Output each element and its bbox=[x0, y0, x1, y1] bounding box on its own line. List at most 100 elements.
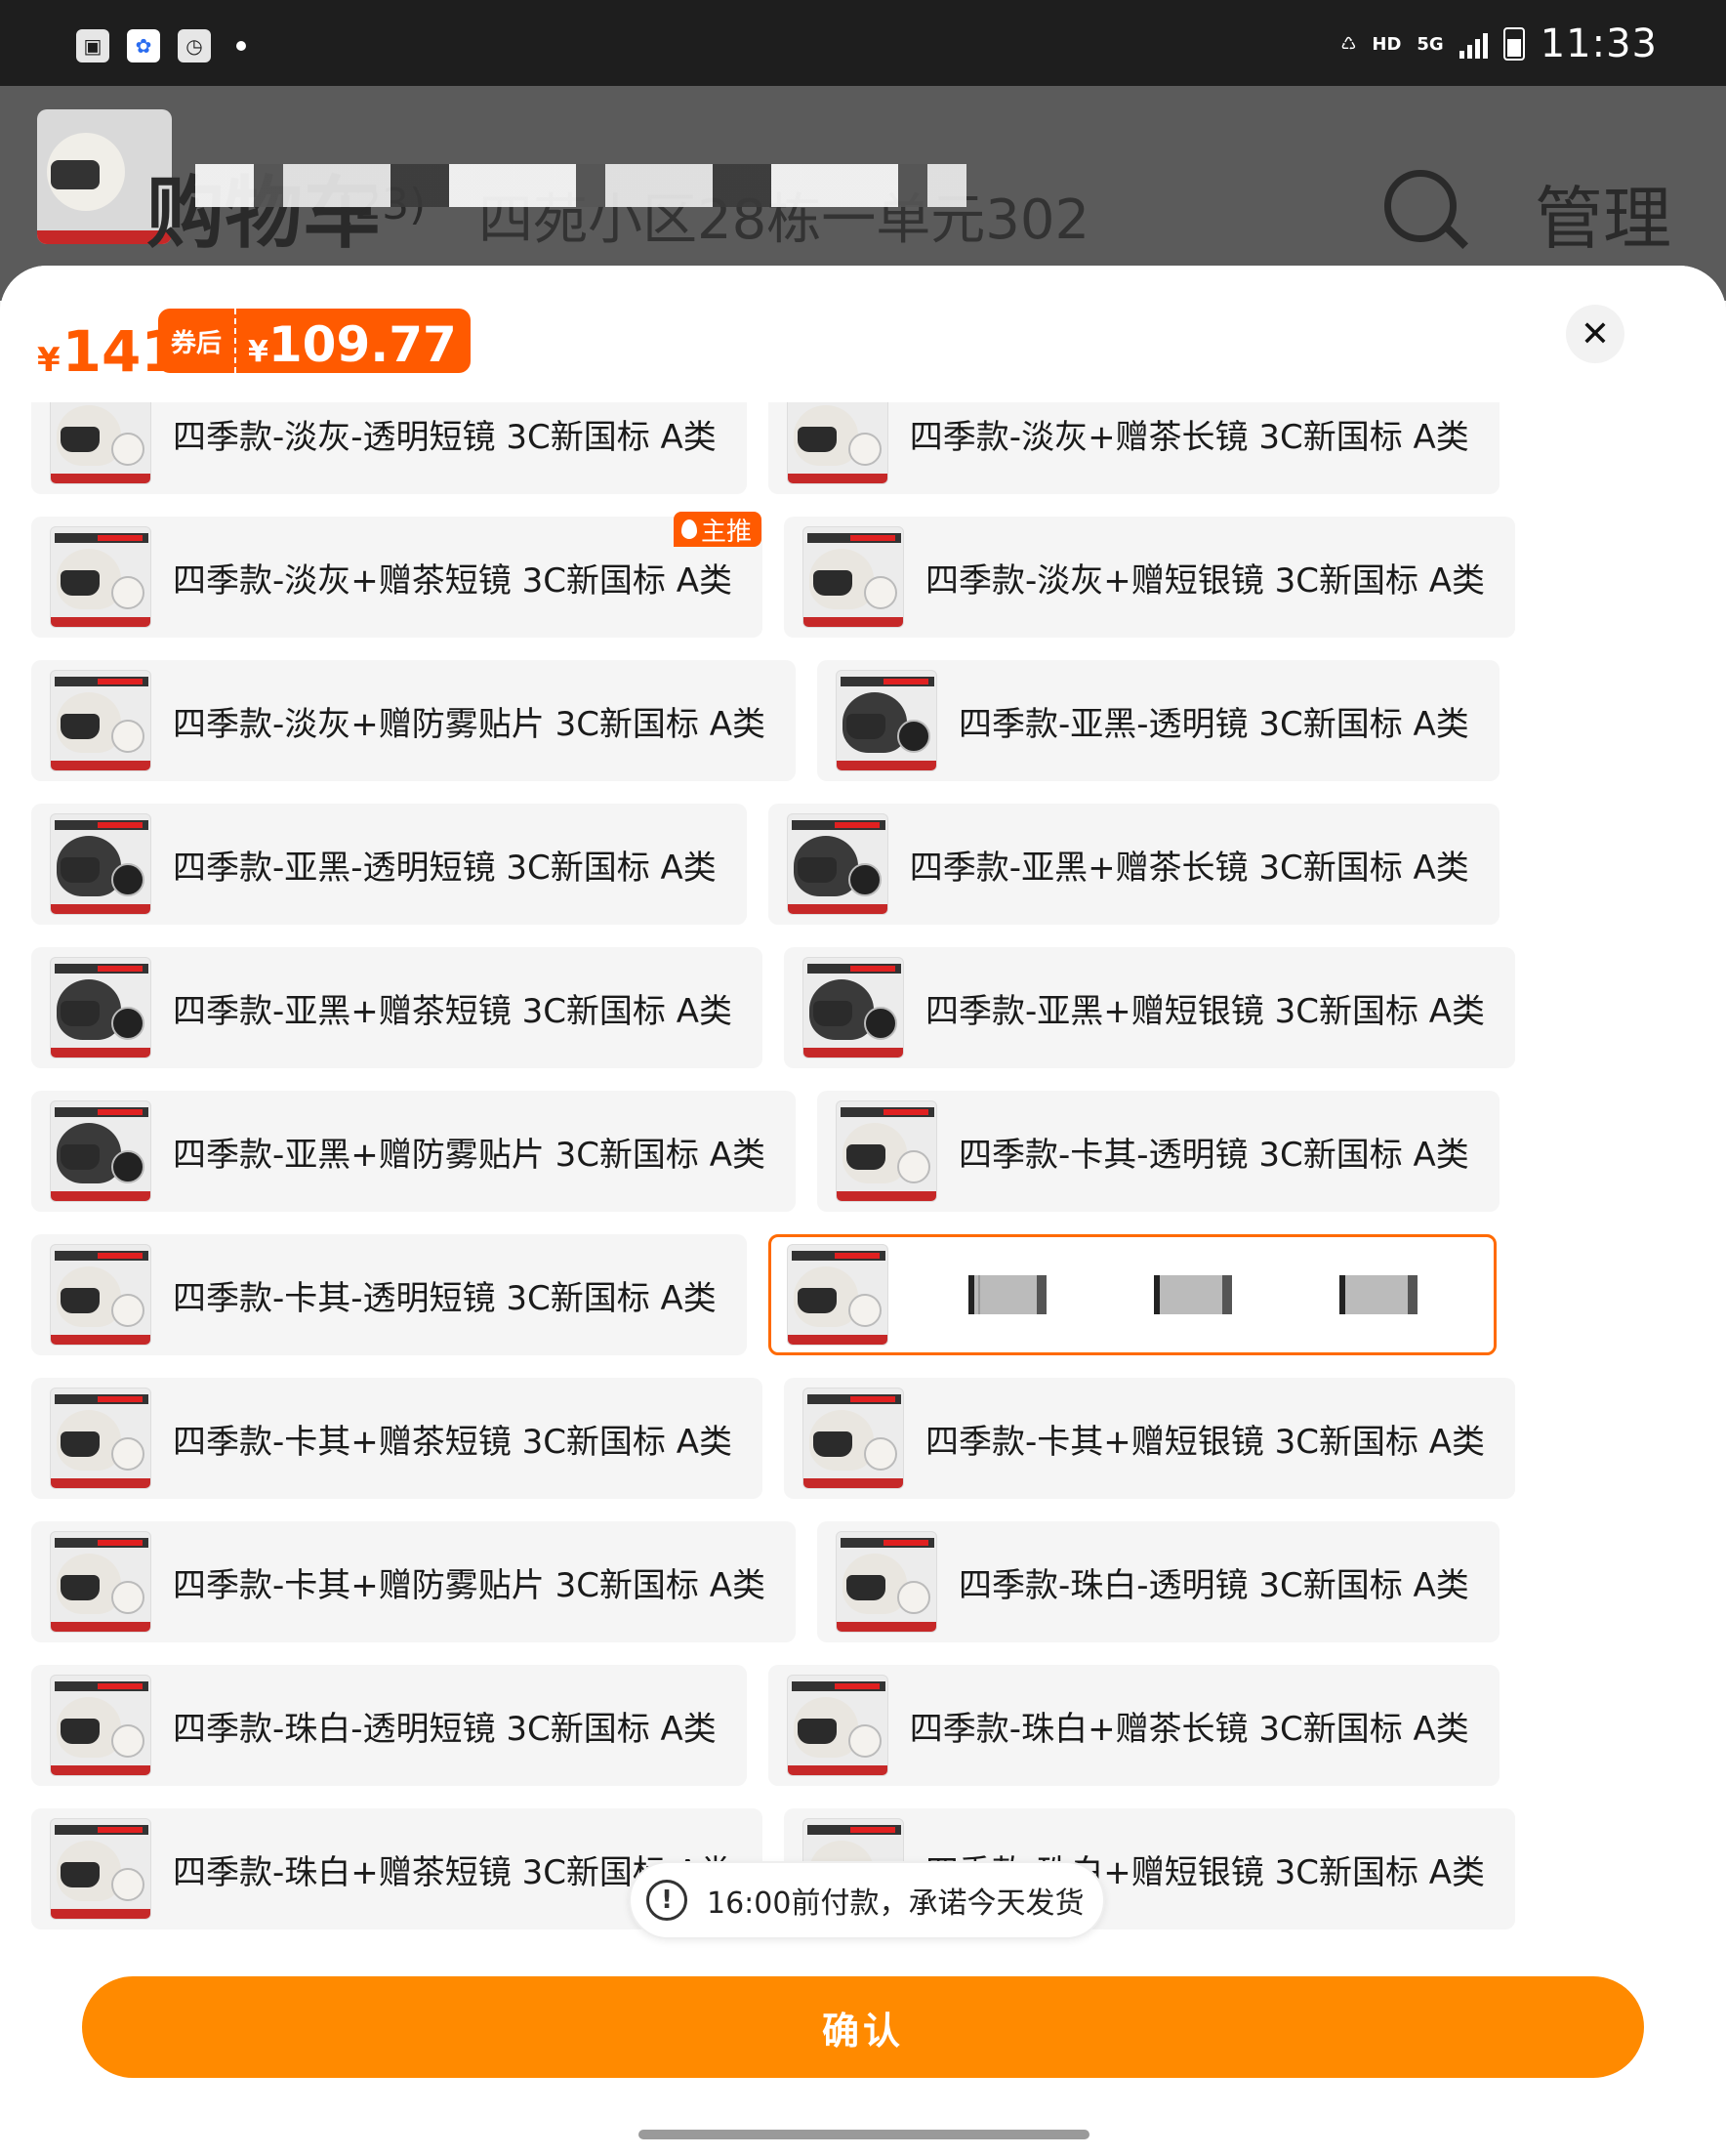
sku-option[interactable]: 四季款-亚黑-透明短镜 3C新国标 A类 bbox=[31, 804, 747, 925]
redacted-label bbox=[909, 1275, 1466, 1314]
hd-indicator: HD bbox=[1372, 33, 1402, 55]
helmet-thumbnail bbox=[802, 526, 905, 628]
coupon-price-badge: 券后 ¥ 109.77 bbox=[158, 309, 471, 373]
coupon-value: ¥ 109.77 bbox=[236, 309, 471, 373]
option-label: 四季款-亚黑+赠防雾贴片 3C新国标 A类 bbox=[173, 1135, 766, 1175]
flame-icon bbox=[681, 519, 697, 539]
option-label: 四季款-亚黑+赠茶短镜 3C新国标 A类 bbox=[173, 991, 733, 1031]
option-label: 四季款-珠白+赠茶长镜 3C新国标 A类 bbox=[909, 1709, 1469, 1749]
sku-option[interactable]: 四季款-卡其-透明短镜 3C新国标 A类 bbox=[31, 1234, 747, 1355]
close-button[interactable]: ✕ bbox=[1566, 305, 1624, 363]
shipping-notice: ! 16:00前付款，承诺今天发货 bbox=[629, 1861, 1106, 1939]
sku-option[interactable]: 四季款-卡其+赠短银镜 3C新国标 A类 bbox=[784, 1378, 1516, 1499]
clock-app-icon: ◷ bbox=[178, 29, 211, 62]
helmet-thumbnail bbox=[50, 670, 151, 771]
recommended-badge: 主推 bbox=[674, 512, 762, 547]
helmet-thumbnail bbox=[50, 402, 151, 484]
option-label: 四季款-卡其+赠防雾贴片 3C新国标 A类 bbox=[173, 1565, 766, 1605]
battery-icon bbox=[1502, 27, 1525, 61]
helmet-thumbnail bbox=[786, 813, 888, 915]
helmet-thumbnail bbox=[802, 1388, 905, 1489]
signal-icon bbox=[1459, 29, 1488, 59]
option-label: 四季款-淡灰+赠茶短镜 3C新国标 A类 bbox=[173, 560, 733, 601]
helmet-thumbnail bbox=[836, 1531, 938, 1633]
status-left: ▣ ✿ ◷ bbox=[76, 29, 246, 62]
home-indicator[interactable] bbox=[638, 2130, 1089, 2139]
sku-option[interactable]: 四季款-卡其-透明镜 3C新国标 A类 bbox=[817, 1091, 1500, 1212]
sku-option[interactable]: 四季款-珠白+赠茶长镜 3C新国标 A类 bbox=[767, 1665, 1500, 1786]
clock: 11:33 bbox=[1540, 21, 1658, 66]
image-icon: ▣ bbox=[76, 29, 109, 62]
option-label: 四季款-亚黑+赠茶长镜 3C新国标 A类 bbox=[909, 848, 1469, 888]
sku-option[interactable]: 四季款-亚黑+赠短银镜 3C新国标 A类 bbox=[784, 947, 1516, 1068]
price-currency: ¥ bbox=[37, 341, 61, 380]
option-row: 四季款-卡其+赠茶短镜 3C新国标 A类 四季款-卡其+赠短银镜 3C新国标 A类 bbox=[0, 1378, 1726, 1499]
helmet-thumbnail bbox=[50, 1244, 151, 1346]
option-label: 四季款-淡灰+赠短银镜 3C新国标 A类 bbox=[925, 560, 1486, 601]
coupon-price: 109.77 bbox=[267, 316, 457, 373]
option-label: 四季款-卡其+赠短银镜 3C新国标 A类 bbox=[925, 1422, 1486, 1462]
sku-option[interactable]: 四季款-卡其+赠茶短镜 3C新国标 A类 bbox=[31, 1378, 763, 1499]
sku-option[interactable]: 四季款-亚黑+赠茶长镜 3C新国标 A类 bbox=[767, 804, 1500, 925]
sku-option[interactable]: 四季款-珠白-透明短镜 3C新国标 A类 bbox=[31, 1665, 747, 1786]
status-right: ♺ HD 5G 11:33 bbox=[1340, 21, 1658, 66]
option-label: 四季款-亚黑-透明镜 3C新国标 A类 bbox=[959, 704, 1469, 744]
option-list-inner: 四季款-淡灰-透明短镜 3C新国标 A类 四季款-淡灰+赠茶长镜 3C新国标 A类… bbox=[0, 402, 1726, 1945]
helmet-thumbnail bbox=[836, 1100, 938, 1202]
option-label: 四季款-亚黑-透明短镜 3C新国标 A类 bbox=[173, 848, 717, 888]
search-icon bbox=[1384, 170, 1457, 242]
coupon-currency: ¥ bbox=[248, 335, 268, 369]
option-list[interactable]: 四季款-淡灰-透明短镜 3C新国标 A类 四季款-淡灰+赠茶长镜 3C新国标 A类… bbox=[0, 402, 1726, 1945]
sku-option[interactable]: 四季款-珠白-透明镜 3C新国标 A类 bbox=[817, 1521, 1500, 1642]
helmet-thumbnail bbox=[50, 1675, 151, 1776]
helmet-thumbnail bbox=[50, 1531, 151, 1633]
sku-option[interactable]: 四季款-亚黑+赠防雾贴片 3C新国标 A类 bbox=[31, 1091, 797, 1212]
option-label: 四季款-淡灰+赠茶长镜 3C新国标 A类 bbox=[909, 417, 1469, 457]
option-label: 四季款-卡其+赠茶短镜 3C新国标 A类 bbox=[173, 1422, 733, 1462]
helmet-thumbnail bbox=[50, 1100, 151, 1202]
sku-option[interactable] bbox=[767, 1234, 1497, 1355]
option-row: 四季款-淡灰+赠茶短镜 3C新国标 A类 主推四季款-淡灰+赠短银镜 3C新国标 … bbox=[0, 512, 1726, 638]
baidu-icon: ✿ bbox=[127, 29, 160, 62]
badge-text: 主推 bbox=[701, 517, 753, 547]
option-label: 四季款-淡灰+赠防雾贴片 3C新国标 A类 bbox=[173, 704, 766, 744]
helmet-thumbnail bbox=[786, 1244, 888, 1346]
helmet-thumbnail bbox=[50, 813, 151, 915]
battery-saver-icon: ♺ bbox=[1340, 33, 1357, 55]
helmet-thumbnail bbox=[836, 670, 938, 771]
sku-option[interactable]: 四季款-淡灰+赠茶长镜 3C新国标 A类 bbox=[767, 402, 1500, 494]
sku-option[interactable]: 四季款-淡灰+赠防雾贴片 3C新国标 A类 bbox=[31, 660, 797, 781]
price-row: ¥ 141 券后 ¥ 109.77 ✕ bbox=[0, 266, 1726, 402]
sku-option[interactable]: 四季款-淡灰+赠茶短镜 3C新国标 A类 主推 bbox=[31, 512, 763, 638]
option-label: 四季款-淡灰-透明短镜 3C新国标 A类 bbox=[173, 417, 717, 457]
helmet-thumbnail bbox=[802, 957, 905, 1058]
option-label: 四季款-珠白-透明短镜 3C新国标 A类 bbox=[173, 1709, 717, 1749]
option-label: 四季款-卡其-透明镜 3C新国标 A类 bbox=[959, 1135, 1469, 1175]
network-type: 5G bbox=[1417, 33, 1444, 55]
sku-option[interactable]: 四季款-淡灰-透明短镜 3C新国标 A类 bbox=[31, 402, 747, 494]
sku-option[interactable]: 四季款-卡其+赠防雾贴片 3C新国标 A类 bbox=[31, 1521, 797, 1642]
option-row: 四季款-淡灰+赠防雾贴片 3C新国标 A类 四季款-亚黑-透明镜 3C新国标 A类 bbox=[0, 660, 1726, 781]
sku-option[interactable]: 四季款-亚黑-透明镜 3C新国标 A类 bbox=[817, 660, 1500, 781]
option-label: 四季款-亚黑+赠短银镜 3C新国标 A类 bbox=[925, 991, 1486, 1031]
coupon-tag: 券后 bbox=[158, 309, 236, 373]
option-row: 四季款-亚黑-透明短镜 3C新国标 A类 四季款-亚黑+赠茶长镜 3C新国标 A类 bbox=[0, 804, 1726, 925]
sku-option[interactable]: 四季款-亚黑+赠茶短镜 3C新国标 A类 bbox=[31, 947, 763, 1068]
status-bar: ▣ ✿ ◷ ♺ HD 5G 11:33 bbox=[0, 0, 1726, 86]
sku-selector-sheet: ¥ 141 券后 ¥ 109.77 ✕ 四季款-淡灰-透明短镜 3C新国标 A类… bbox=[0, 266, 1726, 2156]
helmet-thumbnail bbox=[50, 1388, 151, 1489]
info-icon: ! bbox=[646, 1880, 687, 1921]
option-row: 四季款-珠白-透明短镜 3C新国标 A类 四季款-珠白+赠茶长镜 3C新国标 A类 bbox=[0, 1665, 1726, 1786]
option-row: 四季款-卡其+赠防雾贴片 3C新国标 A类 四季款-珠白-透明镜 3C新国标 A类 bbox=[0, 1521, 1726, 1642]
dot-icon bbox=[236, 41, 246, 51]
option-row: 四季款-淡灰-透明短镜 3C新国标 A类 四季款-淡灰+赠茶长镜 3C新国标 A类 bbox=[0, 402, 1726, 494]
option-row: 四季款-亚黑+赠防雾贴片 3C新国标 A类 四季款-卡其-透明镜 3C新国标 A类 bbox=[0, 1091, 1726, 1212]
redacted-overlay bbox=[195, 164, 966, 207]
sku-option[interactable]: 四季款-淡灰+赠短银镜 3C新国标 A类 bbox=[784, 517, 1516, 638]
helmet-thumbnail bbox=[50, 957, 151, 1058]
option-row: 四季款-卡其-透明短镜 3C新国标 A类 bbox=[0, 1234, 1726, 1355]
close-icon: ✕ bbox=[1580, 313, 1611, 354]
confirm-button[interactable]: 确认 bbox=[82, 1976, 1644, 2078]
helmet-thumbnail bbox=[50, 1818, 151, 1920]
notice-text: 16:00前付款，承诺今天发货 bbox=[707, 1886, 1085, 1921]
